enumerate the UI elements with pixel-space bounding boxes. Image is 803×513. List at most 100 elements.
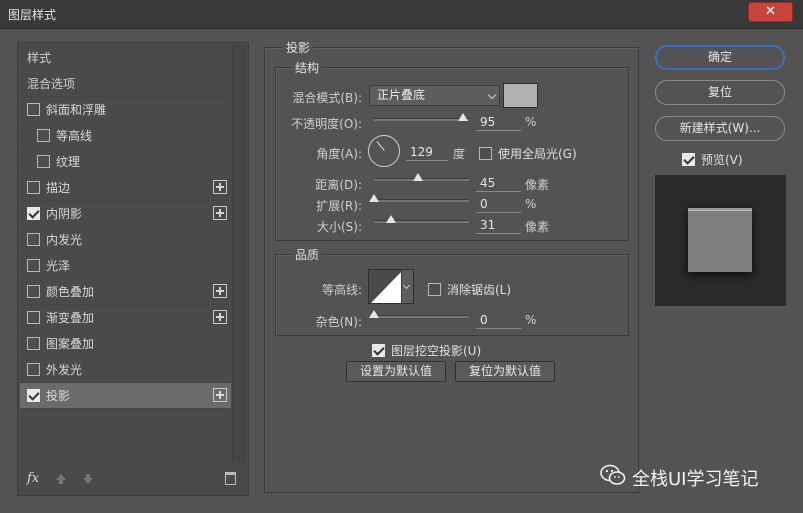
style-item-checkbox[interactable] xyxy=(37,155,50,168)
noise-input[interactable]: 0 xyxy=(476,311,521,329)
blend-mode-value: 正片叠底 xyxy=(377,88,426,102)
style-list-item[interactable]: 描边 xyxy=(20,175,231,201)
size-unit: 像素 xyxy=(525,220,550,234)
style-list-item[interactable]: 纹理 xyxy=(20,149,231,175)
spread-unit: % xyxy=(525,197,537,211)
angle-label: 角度(A): xyxy=(316,147,362,161)
ok-button[interactable]: 确定 xyxy=(655,45,785,70)
style-item-label: 样式 xyxy=(27,51,52,65)
style-item-label: 斜面和浮雕 xyxy=(46,103,107,117)
style-item-checkbox[interactable] xyxy=(27,389,40,402)
reset-button[interactable]: 复位 xyxy=(655,80,785,105)
style-list-item[interactable]: 图案叠加 xyxy=(20,331,231,357)
styles-list-footer: fx xyxy=(18,465,248,495)
style-list-item[interactable]: 样式 xyxy=(20,45,231,71)
opacity-label: 不透明度(O): xyxy=(291,117,362,131)
window-title: 图层样式 xyxy=(8,8,57,22)
opacity-input[interactable]: 95 xyxy=(476,113,521,131)
preview-checkbox[interactable] xyxy=(682,153,695,166)
style-list-item[interactable]: 混合选项 xyxy=(20,71,231,97)
angle-dial[interactable] xyxy=(368,135,400,167)
noise-slider-thumb[interactable] xyxy=(369,310,379,318)
noise-slider[interactable] xyxy=(369,310,469,318)
style-item-checkbox[interactable] xyxy=(27,259,40,272)
add-style-icon[interactable] xyxy=(213,388,227,402)
preview-option[interactable]: 预览(V) xyxy=(682,151,743,168)
styles-list-scrollbar[interactable] xyxy=(232,45,246,463)
quality-title: 品质 xyxy=(292,246,323,263)
contour-picker[interactable] xyxy=(368,269,414,304)
section-title: 投影 xyxy=(283,39,314,56)
close-button[interactable]: ✕ xyxy=(748,2,793,22)
antialias-label: 消除锯齿(L) xyxy=(447,283,512,297)
add-style-icon[interactable] xyxy=(213,310,227,324)
style-item-label: 图案叠加 xyxy=(46,337,95,351)
style-item-checkbox[interactable] xyxy=(27,363,40,376)
distance-unit: 像素 xyxy=(525,178,550,192)
angle-input[interactable]: 129 xyxy=(406,143,448,161)
add-style-icon[interactable] xyxy=(213,180,227,194)
knockout-label: 图层挖空投影(U) xyxy=(391,344,482,358)
add-style-icon[interactable] xyxy=(213,206,227,220)
spread-input[interactable]: 0 xyxy=(476,195,521,213)
style-list-item[interactable]: 渐变叠加 xyxy=(20,305,231,331)
style-list-item[interactable]: 光泽 xyxy=(20,253,231,279)
style-item-checkbox[interactable] xyxy=(27,103,40,116)
distance-slider[interactable] xyxy=(374,173,469,181)
global-light-checkbox[interactable] xyxy=(479,147,492,160)
size-slider-thumb[interactable] xyxy=(386,215,396,223)
style-item-label: 等高线 xyxy=(56,129,93,143)
style-item-label: 颜色叠加 xyxy=(46,285,95,299)
style-item-checkbox[interactable] xyxy=(27,233,40,246)
move-up-icon[interactable] xyxy=(55,473,67,485)
knockout-checkbox[interactable] xyxy=(372,344,385,357)
shadow-color-swatch[interactable] xyxy=(503,83,538,108)
fx-icon[interactable]: fx xyxy=(27,471,39,486)
antialias-option[interactable]: 消除锯齿(L) xyxy=(428,281,511,298)
styles-list: 样式混合选项斜面和浮雕等高线纹理描边 内阴影 内发光 光泽颜色叠加渐变叠加图案叠加外发… xyxy=(20,45,231,409)
style-item-checkbox[interactable] xyxy=(27,337,40,350)
style-list-item[interactable]: 内发光 xyxy=(20,227,231,253)
size-slider[interactable] xyxy=(374,215,469,223)
noise-unit: % xyxy=(525,313,537,327)
style-item-checkbox[interactable] xyxy=(27,311,40,324)
distance-label: 距离(D): xyxy=(315,178,362,192)
style-list-item[interactable]: 颜色叠加 xyxy=(20,279,231,305)
antialias-checkbox[interactable] xyxy=(428,283,441,296)
style-list-item[interactable]: 内阴影 xyxy=(20,201,231,227)
style-list-item[interactable]: 等高线 xyxy=(20,123,231,149)
style-list-item[interactable]: 斜面和浮雕 xyxy=(20,97,231,123)
global-light-option[interactable]: 使用全局光(G) xyxy=(479,145,577,162)
blend-mode-label: 混合模式(B): xyxy=(292,91,362,105)
add-style-icon[interactable] xyxy=(213,284,227,298)
watermark-text: 全栈UI学习笔记 xyxy=(632,469,759,490)
style-item-checkbox[interactable] xyxy=(27,207,40,220)
opacity-slider[interactable] xyxy=(374,113,469,121)
chevron-down-icon xyxy=(487,90,497,100)
reset-default-button[interactable]: 复位为默认值 xyxy=(455,361,555,382)
knockout-option[interactable]: 图层挖空投影(U) xyxy=(372,342,481,359)
style-list-item[interactable]: 外发光 xyxy=(20,357,231,383)
distance-slider-thumb[interactable] xyxy=(413,173,423,181)
style-item-checkbox[interactable] xyxy=(27,181,40,194)
opacity-slider-thumb[interactable] xyxy=(458,113,468,121)
trash-icon[interactable] xyxy=(225,472,236,485)
style-list-item[interactable]: 投影 xyxy=(20,383,231,409)
style-item-checkbox[interactable] xyxy=(37,129,50,142)
style-item-label: 纹理 xyxy=(56,155,81,169)
style-item-checkbox[interactable] xyxy=(27,285,40,298)
contour-label: 等高线: xyxy=(321,283,362,297)
blend-mode-select[interactable]: 正片叠底 xyxy=(369,85,500,106)
new-style-button[interactable]: 新建样式(W)... xyxy=(655,116,785,141)
wechat-icon xyxy=(600,464,626,485)
distance-input[interactable]: 45 xyxy=(476,174,521,192)
global-light-label: 使用全局光(G) xyxy=(498,147,577,161)
style-item-label: 外发光 xyxy=(46,363,83,377)
move-down-icon[interactable] xyxy=(82,473,94,485)
spread-slider[interactable] xyxy=(369,194,469,202)
angle-unit: 度 xyxy=(453,147,466,161)
styles-list-panel: 样式混合选项斜面和浮雕等高线纹理描边 内阴影 内发光 光泽颜色叠加渐变叠加图案叠加外发… xyxy=(17,42,249,496)
make-default-button[interactable]: 设置为默认值 xyxy=(346,361,446,382)
spread-slider-thumb[interactable] xyxy=(369,194,379,202)
size-input[interactable]: 31 xyxy=(476,216,521,234)
